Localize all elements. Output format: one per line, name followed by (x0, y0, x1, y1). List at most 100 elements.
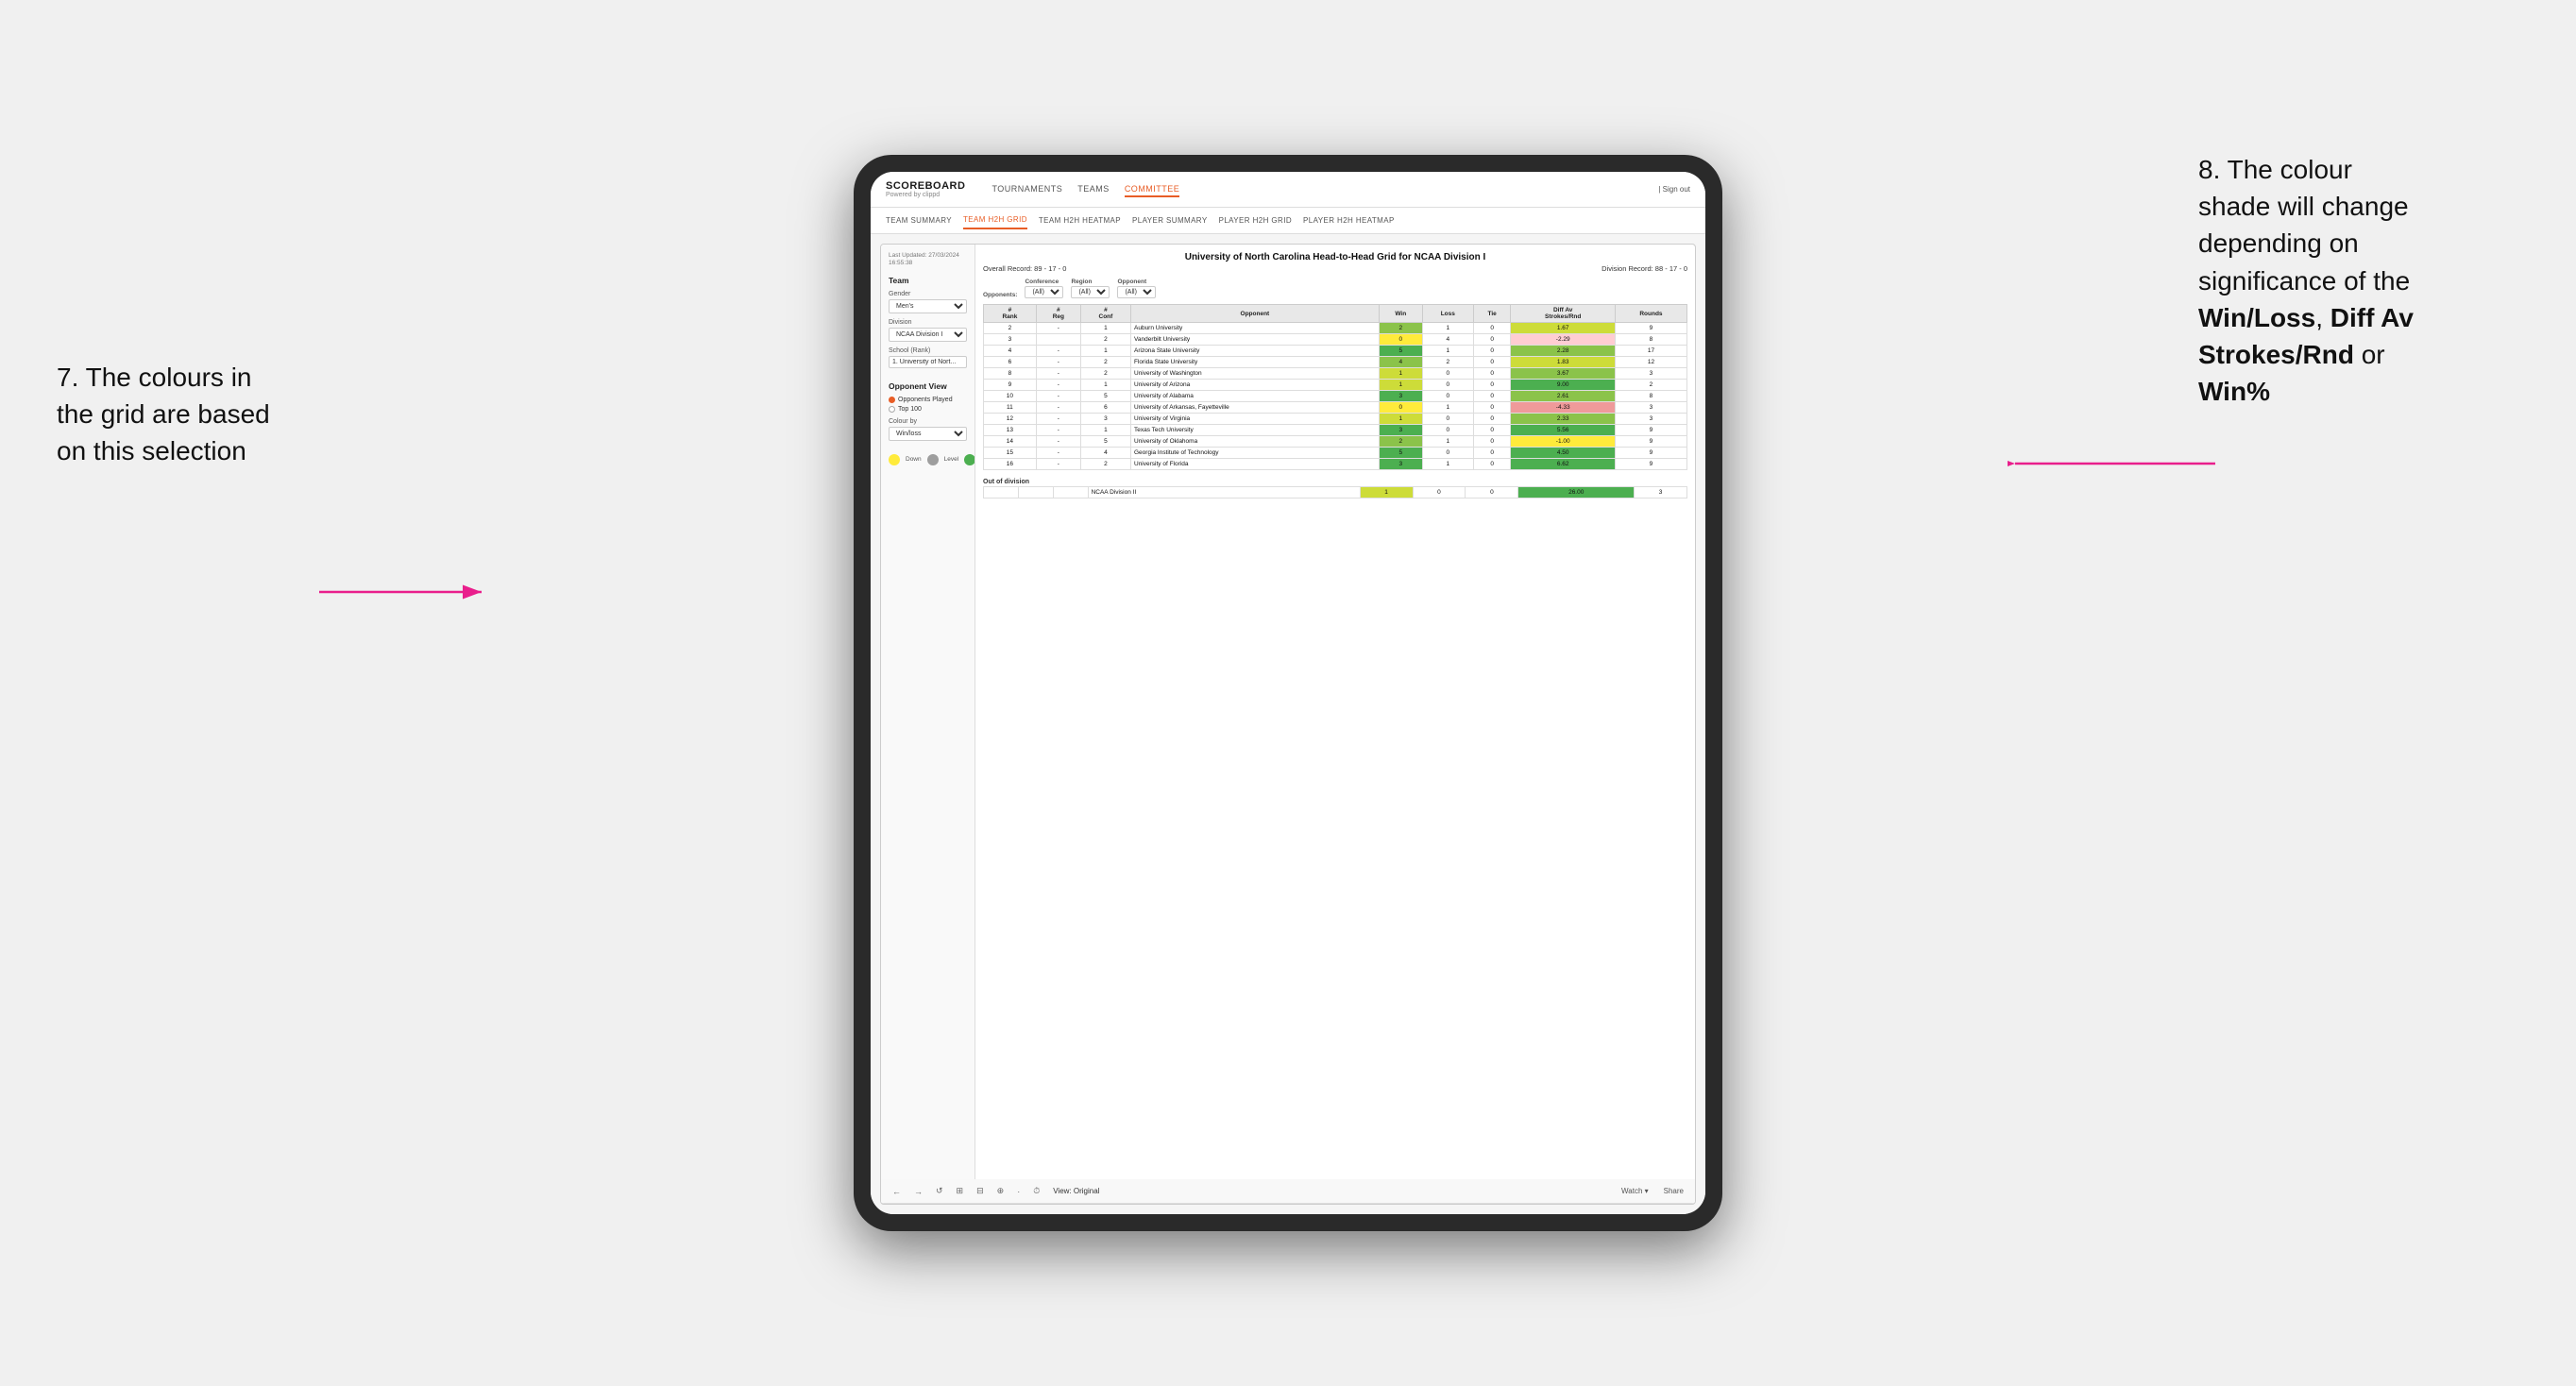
arrow-left-icon (319, 578, 489, 606)
td-win: 1 (1379, 414, 1422, 425)
opponent-select[interactable]: (All) (1117, 286, 1156, 298)
radio-top-100[interactable]: Top 100 (889, 406, 967, 413)
legend-level-label: Level (944, 456, 959, 463)
opponent-view-radio-group: Opponents Played Top 100 (889, 397, 967, 413)
td-diff: 1.83 (1511, 357, 1615, 368)
out-of-division-row: NCAA Division II 1 0 0 26.00 3 (984, 487, 1687, 499)
td-opponent: University of Oklahoma (1131, 436, 1380, 448)
td-reg: - (1036, 368, 1080, 380)
opponents-label: Opponents: (983, 292, 1017, 298)
td-rounds: 9 (1615, 323, 1686, 334)
subnav-team-h2h-heatmap[interactable]: TEAM H2H HEATMAP (1039, 212, 1121, 228)
tablet-shell: SCOREBOARD Powered by clippd TOURNAMENTS… (854, 155, 1722, 1231)
td-rounds: 17 (1615, 346, 1686, 357)
td-rounds: 3 (1615, 402, 1686, 414)
td-diff: 2.61 (1511, 391, 1615, 402)
annotation-right-line2: shade will change (2198, 192, 2409, 221)
report-title: University of North Carolina Head-to-Hea… (983, 252, 1687, 262)
subnav-player-summary[interactable]: PLAYER SUMMARY (1132, 212, 1208, 228)
th-conf: #Conf (1080, 305, 1130, 323)
td-loss: 0 (1422, 380, 1473, 391)
td-conf: 6 (1080, 402, 1130, 414)
conference-filter-inline: (All) (1025, 286, 1063, 298)
table-header: #Rank #Reg #Conf Opponent Win Loss Tie D… (984, 305, 1687, 323)
radio-opponents-played[interactable]: Opponents Played (889, 397, 967, 403)
td-rounds: 9 (1615, 436, 1686, 448)
arrow-right-icon (2008, 449, 2215, 478)
td-opponent: University of Arizona (1131, 380, 1380, 391)
td-tie: 0 (1473, 402, 1511, 414)
out-of-division-table: NCAA Division II 1 0 0 26.00 3 (983, 486, 1687, 499)
table-row: 9 - 1 University of Arizona 1 0 0 9.00 2 (984, 380, 1687, 391)
division-select[interactable]: NCAA Division I (889, 328, 967, 342)
conference-select[interactable]: (All) (1025, 286, 1063, 298)
td-opponent: Vanderbilt University (1131, 334, 1380, 346)
fit-button[interactable]: ⊕ (993, 1184, 1008, 1198)
td-rounds: 9 (1615, 448, 1686, 459)
table-body: 2 - 1 Auburn University 2 1 0 1.67 9 3 2… (984, 323, 1687, 470)
team-section-title: Team (889, 276, 967, 285)
annotation-right-comma: , (2315, 303, 2330, 332)
td-conf: 1 (1080, 346, 1130, 357)
gender-select[interactable]: Men's (889, 299, 967, 313)
td-opponent: Auburn University (1131, 323, 1380, 334)
td-diff: 1.67 (1511, 323, 1615, 334)
brand-title: SCOREBOARD (886, 181, 965, 192)
td-loss: 0 (1422, 368, 1473, 380)
subnav: TEAM SUMMARY TEAM H2H GRID TEAM H2H HEAT… (871, 208, 1705, 234)
table-row: 8 - 2 University of Washington 1 0 0 3.6… (984, 368, 1687, 380)
td-tie: 0 (1473, 323, 1511, 334)
region-filter-inline: (All) (1071, 286, 1110, 298)
filters-row: Opponents: Conference (All) (983, 279, 1687, 298)
td-rank: 3 (984, 334, 1037, 346)
td-reg: - (1036, 357, 1080, 368)
opponents-filter-group: Opponents: (983, 292, 1017, 298)
sign-out-link[interactable]: | Sign out (1658, 185, 1690, 194)
region-select[interactable]: (All) (1071, 286, 1110, 298)
nav-tournaments[interactable]: TOURNAMENTS (991, 182, 1062, 197)
ood-loss: 0 (1413, 487, 1466, 499)
annotation-right-bold4: Win% (2198, 377, 2270, 406)
colour-by-select[interactable]: Win/loss (889, 427, 967, 441)
table-row: 4 - 1 Arizona State University 5 1 0 2.2… (984, 346, 1687, 357)
td-tie: 0 (1473, 368, 1511, 380)
td-opponent: Florida State University (1131, 357, 1380, 368)
td-win: 2 (1379, 436, 1422, 448)
th-reg: #Reg (1036, 305, 1080, 323)
watch-button[interactable]: Watch ▾ (1618, 1185, 1652, 1197)
subnav-player-h2h-heatmap[interactable]: PLAYER H2H HEATMAP (1303, 212, 1395, 228)
td-diff: 2.33 (1511, 414, 1615, 425)
school-input[interactable] (889, 356, 967, 368)
th-rank: #Rank (984, 305, 1037, 323)
ood-diff: 26.00 (1518, 487, 1635, 499)
undo-button[interactable]: ← (889, 1185, 905, 1198)
subnav-team-h2h-grid[interactable]: TEAM H2H GRID (963, 211, 1027, 229)
td-conf: 1 (1080, 425, 1130, 436)
zoom-in-button[interactable]: ⊞ (953, 1184, 968, 1198)
td-win: 0 (1379, 402, 1422, 414)
td-conf: 3 (1080, 414, 1130, 425)
opponent-view-title: Opponent View (889, 381, 967, 391)
subnav-player-h2h-grid[interactable]: PLAYER H2H GRID (1219, 212, 1292, 228)
zoom-out-button[interactable]: ⊟ (973, 1184, 988, 1198)
th-win: Win (1379, 305, 1422, 323)
redo-button[interactable]: → (910, 1185, 926, 1198)
nav-committee[interactable]: COMMITTEE (1125, 182, 1180, 197)
timer-button[interactable]: ⏱ (1029, 1184, 1043, 1198)
share-button[interactable]: Share (1660, 1185, 1687, 1197)
td-rounds: 8 (1615, 391, 1686, 402)
subnav-team-summary[interactable]: TEAM SUMMARY (886, 212, 952, 228)
td-rounds: 9 (1615, 425, 1686, 436)
td-rank: 10 (984, 391, 1037, 402)
reset-button[interactable]: ↺ (932, 1184, 947, 1198)
nav-teams[interactable]: TEAMS (1077, 182, 1110, 197)
td-conf: 1 (1080, 380, 1130, 391)
out-of-division-section: Out of division NCAA Division II 1 (983, 476, 1687, 499)
td-win: 1 (1379, 380, 1422, 391)
td-conf: 2 (1080, 357, 1130, 368)
td-opponent: Georgia Institute of Technology (1131, 448, 1380, 459)
annotation-left-line1: 7. The colours in (57, 363, 252, 392)
td-win: 1 (1379, 368, 1422, 380)
pause-button[interactable]: · (1013, 1185, 1024, 1198)
td-opponent: University of Washington (1131, 368, 1380, 380)
